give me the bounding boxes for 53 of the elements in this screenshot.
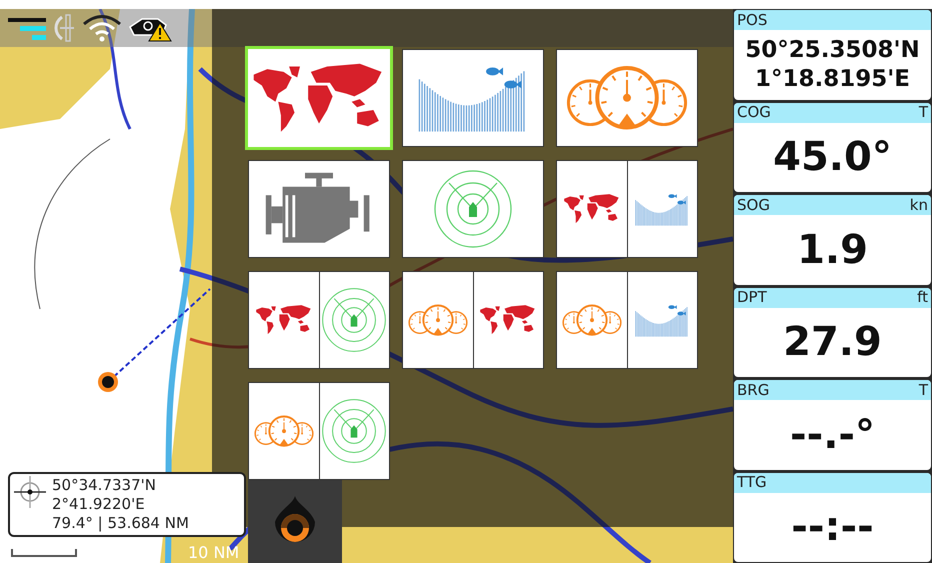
gauges-icon [252,414,315,448]
view-layout-tile[interactable] [556,49,698,147]
vessel-icon [97,371,119,393]
scale-label: 10 NM [188,545,240,561]
data-value: --:-- [791,503,874,552]
view-layout-tile[interactable] [402,160,544,258]
gauges-icon [560,304,623,336]
data-box[interactable]: TTG --:-- [734,472,931,562]
world-map-icon [562,193,621,225]
data-unit: T [918,382,928,398]
data-label: SOG [737,198,770,212]
gauges-icon [564,65,690,131]
view-layout-tile[interactable] [248,49,390,147]
data-box[interactable]: BRG T --.-° [734,380,931,470]
data-label: BRG [737,382,770,398]
data-label: DPT [737,290,767,305]
location-button[interactable] [248,480,342,563]
radar-icon [433,169,513,249]
wifi-icon [82,14,122,42]
data-value: 1°18.8195'E [754,64,910,94]
view-layout-tile[interactable] [402,271,544,369]
data-unit: ft [917,290,928,305]
data-box[interactable]: SOG kn 1.9 [734,195,931,284]
data-label: COG [737,105,771,120]
radar-icon [321,287,388,353]
data-unit: T [918,105,928,120]
data-unit: kn [910,198,928,212]
bearing-range-text: 79.4° | 53.684 NM [52,514,189,533]
latitude-text: 50°34.7337'N [52,476,157,495]
crosshair-icon [14,476,46,508]
data-label: TTG [737,475,767,490]
data-value: 1.9 [797,226,868,275]
data-box[interactable]: POS 50°25.3508'N 1°18.8195'E [734,10,931,100]
data-value: --.-° [790,410,875,460]
data-label: POS [737,12,768,28]
scale-bar [11,549,77,557]
view-layout-tile[interactable] [402,49,544,147]
view-layout-tile[interactable] [556,160,698,258]
view-layout-tile[interactable] [248,160,390,258]
radar-icon [321,398,388,464]
gauges-icon [406,304,469,336]
data-value: 50°25.3508'N [745,36,920,65]
view-layout-tile[interactable] [556,271,698,369]
data-value: 45.0° [773,133,892,182]
satellite-dish-icon [54,13,76,43]
data-box[interactable]: DPT ft 27.9 [734,288,931,377]
view-layout-tile[interactable] [248,271,390,369]
world-map-icon [254,304,313,336]
longitude-text: 2°41.9220'E [52,495,146,514]
view-layout-tile[interactable] [248,382,390,480]
world-map-icon [479,304,538,336]
data-box[interactable]: COG T 45.0° [734,102,931,192]
data-value: 27.9 [783,318,882,368]
